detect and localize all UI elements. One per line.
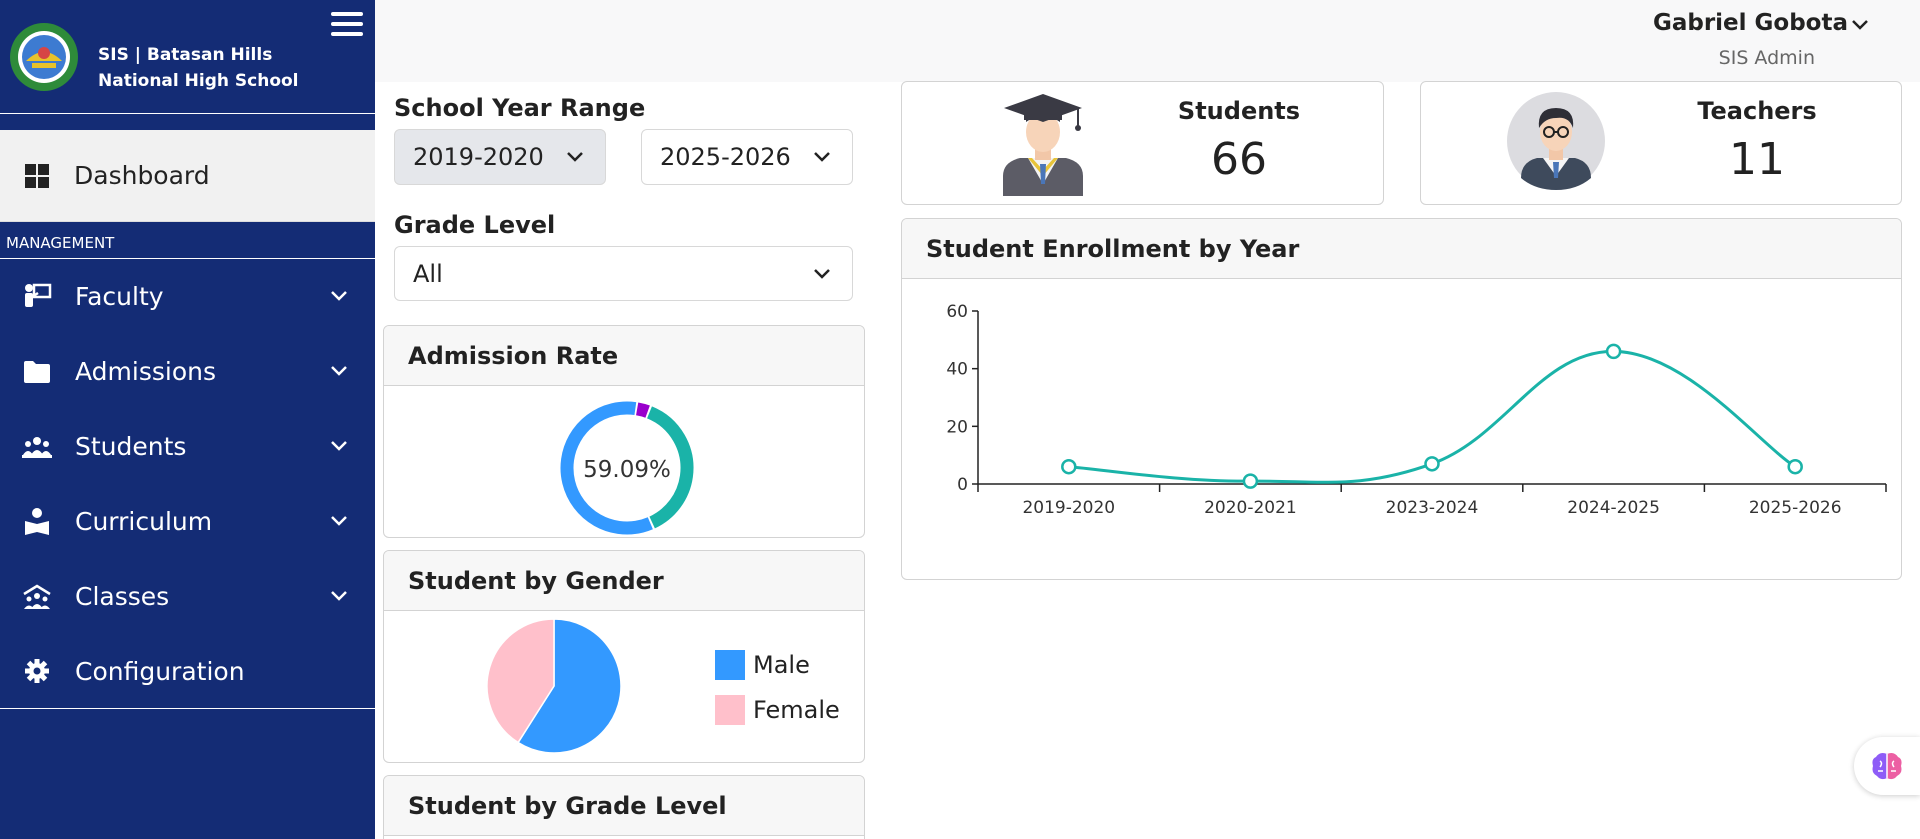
x-tick-label: 2020-2021 [1204,498,1297,518]
admission-rate-value: 59.09% [583,457,671,483]
data-point[interactable] [1242,473,1259,489]
students-count: 66 [1211,134,1267,185]
brand-header: SIS | Batasan Hills National High School [0,0,375,114]
teachers-label: Teachers [1697,97,1817,125]
section-label-management: MANAGEMENT [0,222,375,259]
teachers-count: 11 [1729,134,1785,185]
gender-pie [486,618,622,754]
ai-assistant-button[interactable] [1854,737,1920,795]
dashboard-icon [25,163,49,188]
year-from-select[interactable]: 2019-2020 [394,129,606,185]
legend-swatch-female [715,695,745,725]
sidebar-item-faculty[interactable]: Faculty [0,259,375,334]
sidebar-item-curriculum[interactable]: Curriculum [0,484,375,559]
students-stat-card: Students 66 [901,81,1384,205]
legend-label-male: Male [753,651,810,679]
chevron-down-icon[interactable] [1850,15,1870,35]
school-year-range-label: School Year Range [394,94,646,122]
legend-label-female: Female [753,696,840,724]
faculty-icon [22,283,52,311]
sidebar-item-admissions[interactable]: Admissions [0,334,375,409]
chevron-down-icon [331,291,347,301]
students-icon [22,433,52,461]
user-role: SIS Admin [1718,47,1815,69]
teacher-avatar-icon [1507,92,1605,190]
sidebar-item-label: Admissions [75,357,216,386]
teachers-stat-card: Teachers 11 [1420,81,1902,205]
students-label: Students [1177,97,1301,125]
y-tick-label: 0 [957,475,968,495]
grade-level-card: Student by Grade Level [383,775,865,839]
x-tick-label: 2025-2026 [1749,498,1842,518]
y-tick-label: 60 [946,302,968,322]
data-point[interactable] [1424,456,1440,472]
grade-level-select[interactable]: All [394,246,853,301]
y-tick-label: 20 [946,417,968,437]
x-tick-label: 2019-2020 [1022,498,1115,518]
school-building-icon [22,583,52,611]
grade-level-label: Grade Level [394,211,556,239]
card-title: Student by Gender [384,551,864,611]
year-from-value: 2019-2020 [413,143,544,171]
graduate-avatar-icon [1003,94,1083,196]
school-seal-logo [10,22,78,91]
chevron-down-icon [331,366,347,376]
enrollment-chart-card: Student Enrollment by Year 0 20 40 60 2019-2… [901,218,1902,580]
chevron-down-icon [814,268,830,279]
chevron-down-icon [331,516,347,526]
chevron-down-icon [567,152,583,162]
data-point[interactable] [1061,458,1077,475]
card-title: Admission Rate [384,326,864,386]
admission-rate-donut: 59.09% [560,401,694,535]
sidebar-item-configuration[interactable]: Configuration [0,634,375,709]
gender-card: Student by Gender Male Female [383,550,865,763]
enrollment-line-chart: 0 20 40 60 2019-2020 2020-2021 2023-2024 2024-2… [946,302,1887,518]
x-tick-label: 2023-2024 [1386,498,1479,518]
sidebar-item-label: Students [75,432,187,461]
sidebar-item-dashboard[interactable]: Dashboard [0,130,375,222]
sidebar-item-label: Classes [75,582,170,611]
chevron-down-icon [331,591,347,601]
topbar: Gabriel Gobota SIS Admin [375,0,1920,82]
year-to-select[interactable]: 2025-2026 [641,129,853,185]
year-to-value: 2025-2026 [660,143,791,171]
user-name[interactable]: Gabriel Gobota [1653,10,1848,36]
brand-title: SIS | Batasan Hills National High School [98,44,299,91]
admission-rate-card: Admission Rate 59.09% [383,325,865,538]
sidebar-item-label: Dashboard [74,161,210,190]
card-title: Student Enrollment by Year [902,219,1901,279]
sidebar: SIS | Batasan Hills National High School… [0,0,375,839]
x-tick-label: 2024-2025 [1567,498,1660,518]
menu-toggle-icon[interactable] [331,12,363,42]
sidebar-item-students[interactable]: Students [0,409,375,484]
data-point[interactable] [1605,343,1622,360]
gear-icon [22,657,52,685]
folder-icon [22,358,52,386]
legend-swatch-male [715,650,745,680]
reader-icon [22,507,52,536]
sidebar-item-label: Faculty [75,282,164,311]
grade-level-value: All [413,259,443,288]
data-point[interactable] [1787,458,1803,475]
card-title: Student by Grade Level [384,776,864,836]
y-tick-label: 40 [946,360,968,380]
brain-icon [1872,753,1902,780]
sidebar-item-label: Configuration [75,656,245,686]
sidebar-item-classes[interactable]: Classes [0,559,375,634]
sidebar-item-label: Curriculum [75,507,213,536]
chevron-down-icon [814,152,830,162]
chevron-down-icon [331,441,347,451]
